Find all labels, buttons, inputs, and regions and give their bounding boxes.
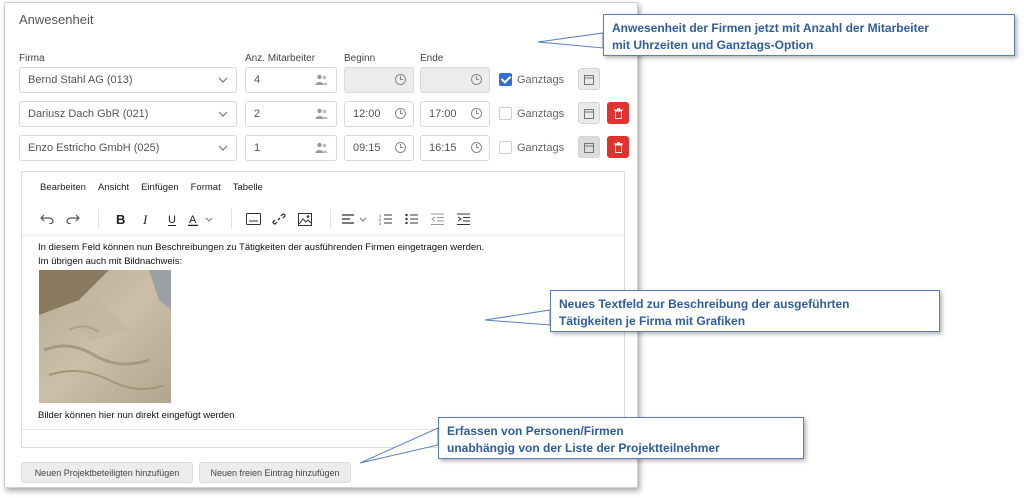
- callout-line: Neues Textfeld zur Beschreibung der ausg…: [559, 297, 850, 311]
- callout-participants: Erfassen von Personen/Firmen unabhängig …: [438, 417, 804, 459]
- callout-line: unabhängig von der Liste der Projektteil…: [447, 441, 720, 455]
- callout-line: Tätigkeiten je Firma mit Grafiken: [559, 314, 746, 328]
- callout-textfield: Neues Textfeld zur Beschreibung der ausg…: [550, 290, 940, 332]
- callout-line: mit Uhrzeiten und Ganztags-Option: [612, 38, 814, 52]
- callout-attendance: Anwesenheit der Firmen jetzt mit Anzahl …: [603, 14, 1015, 56]
- callout-line: Erfassen von Personen/Firmen: [447, 424, 624, 438]
- callout-line: Anwesenheit der Firmen jetzt mit Anzahl …: [612, 21, 929, 35]
